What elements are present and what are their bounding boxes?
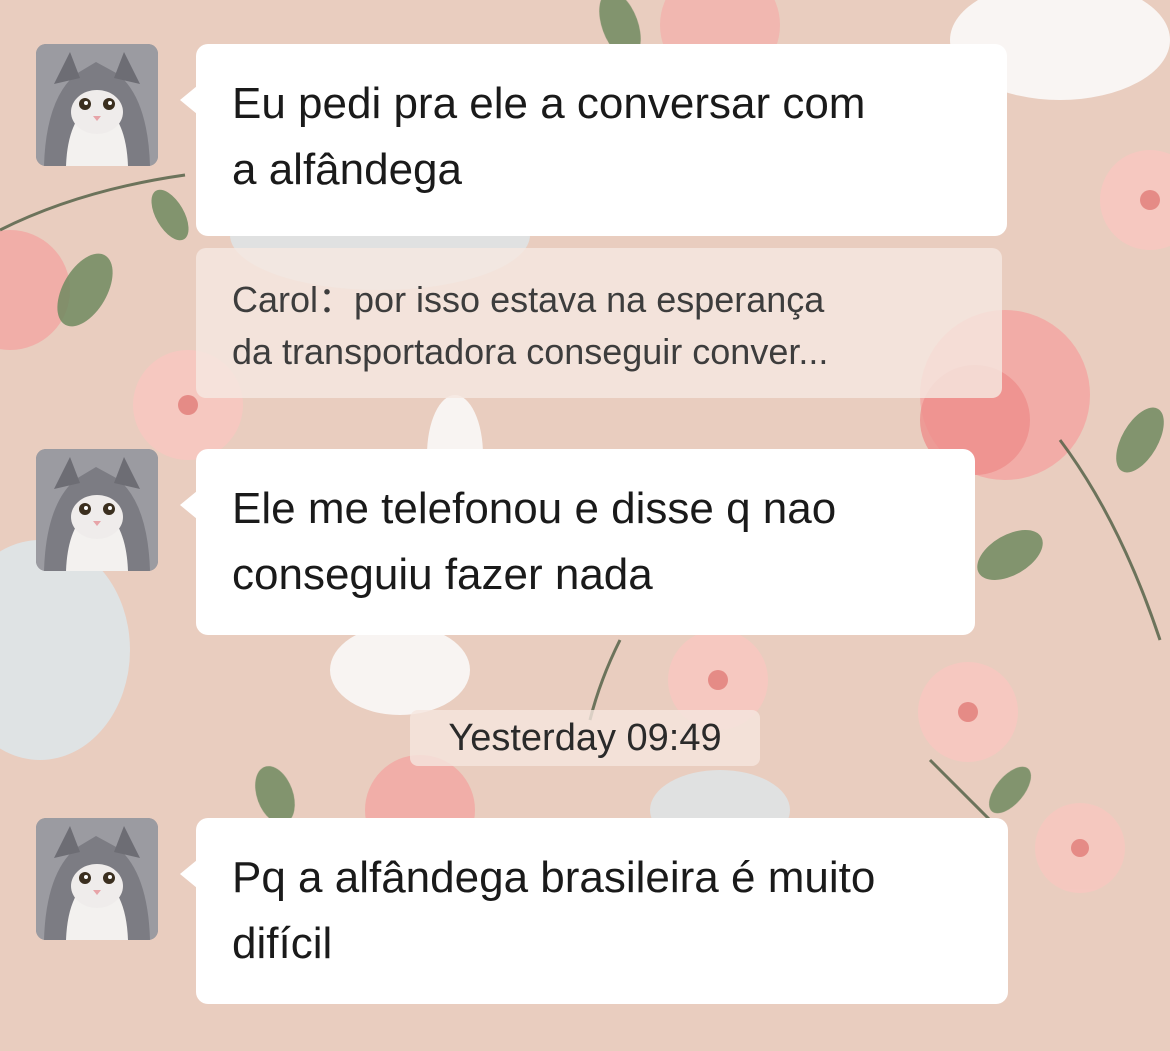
message-bubble[interactable]: Eu pedi pra ele a conversar com a alfând… <box>180 44 1007 236</box>
message-text-line: Ele me telefonou e disse q nao <box>232 484 837 533</box>
cat-avatar-icon <box>36 44 158 166</box>
sender-avatar[interactable] <box>36 818 158 940</box>
sender-avatar[interactable] <box>36 44 158 166</box>
quoted-text-line: Carol：por isso estava na esperança <box>232 279 825 320</box>
message-text-line: difícil <box>232 919 333 968</box>
sender-avatar[interactable] <box>36 449 158 571</box>
message-text-line: Eu pedi pra ele a conversar com <box>232 79 866 128</box>
message-bubble[interactable]: Ele me telefonou e disse q nao conseguiu… <box>180 449 975 635</box>
cat-avatar-icon <box>36 818 158 940</box>
cat-avatar-icon <box>36 449 158 571</box>
message-text-line: conseguiu fazer nada <box>232 550 653 599</box>
quoted-message[interactable]: Carol：por isso estava na esperança da tr… <box>196 248 1002 398</box>
message-text-line: a alfândega <box>232 145 462 194</box>
quoted-text-line: da transportadora conseguir conver... <box>232 331 829 372</box>
message-text-line: Pq a alfândega brasileira é muito <box>232 853 876 902</box>
timestamp-divider: Yesterday 09:49 <box>410 710 760 766</box>
message-bubble[interactable]: Pq a alfândega brasileira é muito difíci… <box>180 818 1008 1004</box>
